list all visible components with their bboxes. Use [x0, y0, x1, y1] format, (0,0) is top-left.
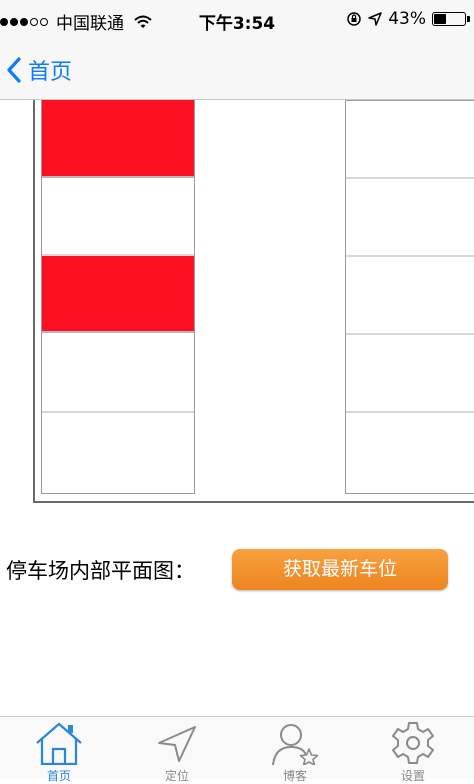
- tab-home-label: 首页: [46, 769, 71, 783]
- parking-space-right-5-free: [346, 413, 474, 491]
- navigation-bar: 首页: [0, 40, 474, 100]
- parking-space-right-4-free: [346, 335, 474, 413]
- tab-blog[interactable]: 博客: [236, 717, 354, 783]
- tab-home[interactable]: 首页: [0, 717, 118, 783]
- person-star-icon: [272, 724, 319, 765]
- location-arrow-icon: [158, 726, 196, 762]
- battery-level: [434, 14, 446, 24]
- tab-settings[interactable]: 设置: [354, 717, 472, 783]
- orientation-lock-icon: [347, 12, 361, 26]
- status-bar: 中国联通 下午3:54 43%: [0, 0, 474, 40]
- parking-space-right-1-free: [346, 101, 474, 179]
- parking-space-right-3-free: [346, 257, 474, 335]
- tab-blog-label: 博客: [282, 769, 307, 783]
- home-icon: [36, 722, 82, 765]
- tab-location-label: 定位: [164, 769, 189, 783]
- gear-icon: [392, 722, 434, 764]
- parking-floor-plan: [0, 100, 474, 505]
- parking-space-left-5-free: [42, 412, 194, 490]
- location-services-icon: [368, 12, 382, 26]
- tab-settings-label: 设置: [400, 769, 425, 783]
- tab-location[interactable]: 定位: [118, 717, 236, 783]
- refresh-spaces-button[interactable]: 获取最新车位: [232, 549, 448, 590]
- battery-icon: [432, 12, 470, 26]
- tab-bar: 首页 定位 博客 设置: [0, 716, 474, 783]
- back-button-label: 首页: [28, 60, 73, 85]
- status-right: 43%: [346, 9, 470, 29]
- battery-percent: 43%: [388, 9, 426, 29]
- back-button[interactable]: 首页: [6, 54, 72, 86]
- parking-space-left-4-free: [42, 333, 194, 413]
- parking-column-right: [345, 100, 474, 494]
- parking-space-left-3-occupied: [42, 256, 194, 333]
- chevron-left-icon: [7, 57, 21, 83]
- parking-space-left-1-occupied: [42, 100, 194, 178]
- parking-space-right-2-free: [346, 179, 474, 257]
- floor-plan-label: 停车场内部平面图：: [6, 559, 195, 583]
- parking-space-left-2-free: [42, 178, 194, 256]
- parking-column-left: [41, 100, 195, 494]
